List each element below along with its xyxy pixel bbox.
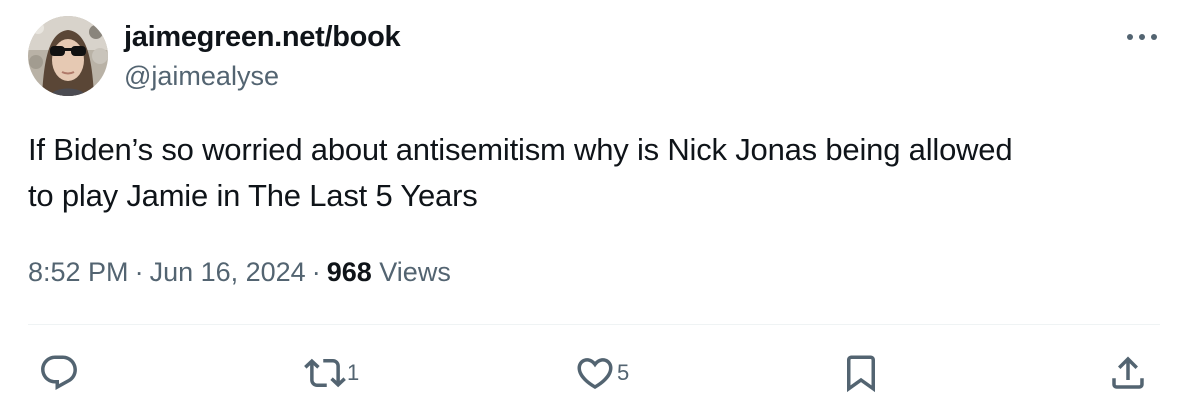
more-icon [1127,34,1157,40]
share-button[interactable] [1107,350,1149,396]
tweet-text-line: to play Jamie in The Last 5 Years [28,178,478,213]
views-count: 968 [326,257,372,287]
heart-icon [577,358,613,390]
reply-button[interactable] [38,350,80,396]
tweet-date[interactable]: Jun 16, 2024 [150,257,306,287]
tweet-text-line: If Biden’s so worried about antisemitism… [28,132,1013,167]
tweet-time[interactable]: 8:52 PM [28,257,129,287]
avatar-image [28,16,108,96]
share-icon [1112,356,1144,389]
reply-icon [41,355,77,390]
author-name[interactable]: jaimegreen.net/book [124,20,401,54]
author-handle[interactable]: @jaimealyse [124,60,279,92]
avatar[interactable] [28,16,108,96]
tweet-card: jaimegreen.net/book @jaimealyse If Biden… [0,0,1192,416]
like-button[interactable]: 5 [574,350,629,396]
retweet-count: 1 [347,360,360,385]
tweet-text: If Biden’s so worried about antisemitism… [28,127,1168,219]
retweet-icon [304,358,346,388]
meta-separator: · [134,257,144,287]
bookmark-icon [847,355,875,393]
meta-separator: · [311,257,321,287]
like-count: 5 [617,360,630,385]
views-label: Views [379,257,451,287]
tweet-meta: 8:52 PM · Jun 16, 2024 · 968 Views [28,255,451,289]
more-options-button[interactable] [1120,22,1164,52]
divider [28,324,1160,325]
retweet-button[interactable]: 1 [304,350,359,396]
bookmark-button[interactable] [840,350,882,396]
